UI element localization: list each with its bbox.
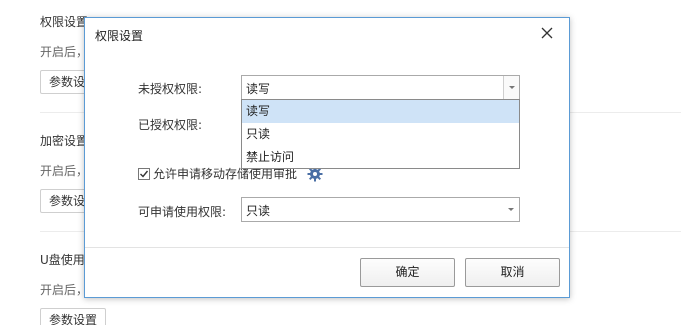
select-value: 只读 — [246, 204, 271, 218]
footer-divider — [85, 247, 569, 248]
unauthorized-permission-select[interactable]: 读写 — [241, 75, 520, 100]
section-desc: 开启后， — [40, 164, 89, 178]
select-value: 读写 — [246, 82, 271, 96]
dropdown-option-no-access[interactable]: 禁止访问 — [242, 146, 519, 169]
chevron-down-icon[interactable] — [503, 198, 519, 221]
section-title: 加密设置 — [40, 134, 89, 148]
allow-request-checkbox[interactable] — [138, 167, 150, 180]
permission-settings-dialog: 权限设置 未授权权限: 读写 读写 只读 禁止访问 已授权权限: 允许申请移动存… — [84, 17, 570, 298]
unauthorized-permission-label: 未授权权限: — [138, 82, 203, 96]
requestable-permission-label: 可申请使用权限: — [138, 205, 227, 219]
cancel-button[interactable]: 取消 — [465, 258, 560, 287]
dropdown-option-read-write[interactable]: 读写 — [242, 100, 519, 123]
dropdown-option-read-only[interactable]: 只读 — [242, 123, 519, 146]
chevron-down-icon[interactable] — [503, 76, 519, 99]
section-desc: 开启后， — [40, 283, 89, 297]
section-desc: 开启后， — [40, 45, 89, 59]
section-title: 权限设置 — [40, 15, 89, 29]
requestable-permission-select[interactable]: 只读 — [241, 197, 520, 222]
ok-button[interactable]: 确定 — [360, 258, 455, 287]
close-icon[interactable] — [539, 25, 555, 41]
dialog-title: 权限设置 — [95, 29, 144, 43]
params-settings-button[interactable]: 参数设置 — [40, 308, 107, 325]
authorized-permission-label: 已授权权限: — [138, 118, 203, 132]
section-title: U盘使用 — [40, 253, 85, 267]
permission-dropdown-list: 读写 只读 禁止访问 — [241, 99, 520, 169]
